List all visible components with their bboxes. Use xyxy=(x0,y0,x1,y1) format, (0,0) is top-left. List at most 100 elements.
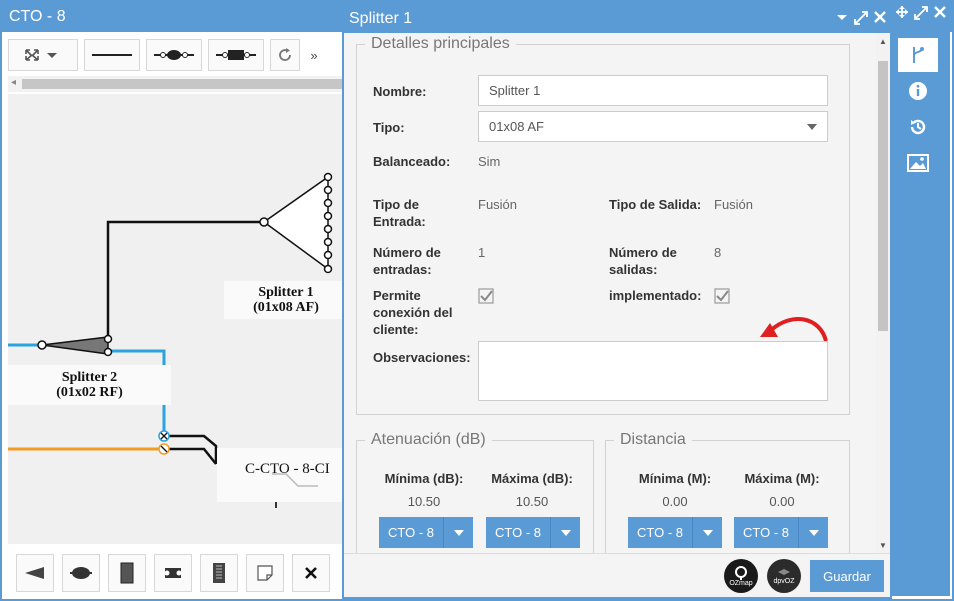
tipo-entrada-label-line2: Entrada: xyxy=(373,214,426,229)
side-history-tab[interactable] xyxy=(898,110,938,144)
side-panel-controls xyxy=(896,6,946,20)
cto-inner-line xyxy=(272,473,318,487)
main-details-legend: Detalles principales xyxy=(371,35,510,52)
dialog-body: Detalles principales Nombre: Splitter 1 … xyxy=(344,33,878,555)
refresh-button[interactable] xyxy=(270,39,300,71)
side-info-tab[interactable] xyxy=(898,74,938,108)
splitter1-shape xyxy=(262,175,329,271)
tipo-entrada-value: Fusión xyxy=(478,197,518,212)
splice-add-button[interactable] xyxy=(154,554,192,592)
scrollbar-thumb[interactable] xyxy=(22,79,348,89)
save-button[interactable]: Guardar xyxy=(810,560,884,592)
atenuacion-min-cto-label: CTO - 8 xyxy=(388,525,434,540)
splitter1-input-port xyxy=(259,217,269,227)
horizontal-scrollbar[interactable]: ◂ xyxy=(8,76,348,92)
cto-link-2 xyxy=(164,447,217,465)
move-icon[interactable] xyxy=(896,6,908,18)
dialog-scrollbar-thumb[interactable] xyxy=(878,61,888,331)
dpvoz-logo-text: dpvOZ xyxy=(773,577,795,585)
chevron-down-icon xyxy=(798,517,828,548)
dio-icon xyxy=(213,563,225,583)
dialog-vertical-scrollbar[interactable]: ▲ ▼ xyxy=(876,33,890,555)
splitter2-output-port-2 xyxy=(103,347,113,357)
connector-tool-button[interactable] xyxy=(146,39,202,71)
splice-tool-button[interactable] xyxy=(208,39,264,71)
close-icon[interactable] xyxy=(934,6,946,18)
atenuacion-min-label: Mínima (dB): xyxy=(384,471,464,486)
permite-conexion-checkbox[interactable] xyxy=(478,288,494,304)
num-entradas-label: Número de entradas: xyxy=(373,244,441,278)
diagram-bottom-toolbar xyxy=(8,550,348,596)
num-salidas-label-line2: salidas: xyxy=(609,262,658,277)
distancia-max-cto-button[interactable]: CTO - 8 xyxy=(734,517,828,548)
splitter1-label[interactable]: Splitter 1 (01x08 AF) xyxy=(224,281,348,319)
num-entradas-value: 1 xyxy=(478,245,486,260)
side-image-tab[interactable] xyxy=(898,146,938,180)
scroll-down-icon[interactable]: ▼ xyxy=(879,541,887,550)
atenuacion-min-cto-button[interactable]: CTO - 8 xyxy=(379,517,473,548)
chevron-down-icon xyxy=(550,517,580,548)
maximize-icon[interactable] xyxy=(854,11,868,25)
info-icon xyxy=(909,82,927,100)
observaciones-textarea[interactable] xyxy=(478,341,828,401)
tipo-select-value: 01x08 AF xyxy=(489,119,544,134)
splitter-add-button[interactable] xyxy=(16,554,54,592)
connector-icon xyxy=(154,50,194,60)
dialog-title: Splitter 1 xyxy=(344,5,890,33)
note-add-button[interactable] xyxy=(246,554,284,592)
delete-button[interactable] xyxy=(292,554,330,592)
note-icon xyxy=(257,565,273,581)
splitter2-shape xyxy=(41,336,109,355)
tipo-select[interactable]: 01x08 AF xyxy=(478,111,828,142)
side-splitter-tab[interactable] xyxy=(898,38,938,72)
ozmap-logo: OZmap xyxy=(724,559,758,593)
connector-add-button[interactable] xyxy=(62,554,100,592)
refresh-icon xyxy=(279,48,291,61)
splice-shape-icon xyxy=(164,568,182,578)
scroll-left-icon[interactable]: ◂ xyxy=(11,77,16,88)
num-entradas-label-line1: Número de xyxy=(373,245,441,260)
distancia-max-value: 0.00 xyxy=(769,494,795,509)
splitter2-input-port xyxy=(37,340,47,350)
diagram-toolbar: » xyxy=(8,36,348,74)
maximize-icon[interactable] xyxy=(914,6,928,20)
num-salidas-value: 8 xyxy=(714,245,722,260)
close-icon[interactable] xyxy=(874,11,886,23)
implementado-checkbox[interactable] xyxy=(714,288,730,304)
atenuacion-min-value: 10.50 xyxy=(407,494,441,509)
permite-label-line1: Permite xyxy=(373,288,421,303)
expand-icon xyxy=(25,49,57,61)
diagram-canvas[interactable]: Splitter 1 (01x08 AF) Splitter 2 (01x02 … xyxy=(8,94,348,544)
map-pin-icon xyxy=(735,565,747,580)
observaciones-label: Observaciones: xyxy=(373,350,471,365)
atenuacion-max-cto-button[interactable]: CTO - 8 xyxy=(486,517,580,548)
toolbar-overflow[interactable]: » xyxy=(306,39,322,71)
fit-view-button[interactable] xyxy=(8,39,78,71)
nombre-input[interactable]: Splitter 1 xyxy=(478,75,828,106)
history-icon xyxy=(910,119,926,135)
tipo-entrada-label-line1: Tipo de xyxy=(373,197,419,212)
splitter-dialog: Splitter 1 Detalles principales Nombre: … xyxy=(342,3,892,599)
cassette-icon xyxy=(120,562,134,584)
tipo-label: Tipo: xyxy=(373,120,405,135)
atenuacion-max-label: Máxima (dB): xyxy=(491,471,573,486)
balanceado-label: Balanceado: xyxy=(373,154,451,169)
side-panel xyxy=(892,6,950,596)
splice-icon xyxy=(216,50,256,60)
ozmap-logo-text: OZmap xyxy=(729,579,753,587)
atenuacion-max-value: 10.50 xyxy=(515,494,549,509)
permite-label-line3: cliente: xyxy=(373,322,419,337)
dio-add-button[interactable] xyxy=(200,554,238,592)
scroll-up-icon[interactable]: ▲ xyxy=(879,37,887,46)
line-icon xyxy=(92,54,132,56)
splitter-icon xyxy=(913,47,924,63)
cassette-add-button[interactable] xyxy=(108,554,146,592)
atenuacion-max-cto-label: CTO - 8 xyxy=(495,525,541,540)
minimize-icon[interactable] xyxy=(836,11,848,23)
permite-conexion-label: Permite conexión del cliente: xyxy=(373,287,452,338)
splitter1-name: Splitter 1 xyxy=(258,285,314,300)
line-tool-button[interactable] xyxy=(84,39,140,71)
distancia-min-cto-button[interactable]: CTO - 8 xyxy=(628,517,722,548)
connector-shape-icon xyxy=(70,567,92,579)
splitter2-label[interactable]: Splitter 2 (01x02 RF) xyxy=(8,365,171,405)
